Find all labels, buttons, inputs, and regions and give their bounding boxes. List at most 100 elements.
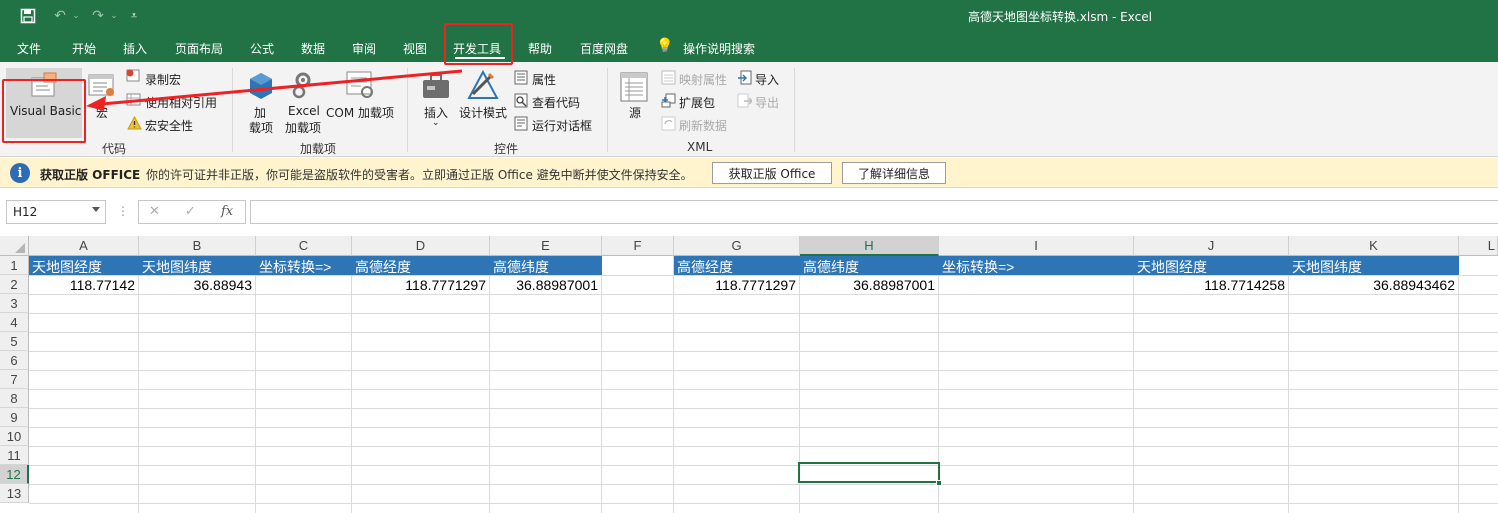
column-header-h[interactable]: H bbox=[800, 236, 939, 256]
column-header-a[interactable]: A bbox=[29, 236, 139, 256]
addins-button-line2: 载项 bbox=[249, 121, 274, 135]
tab-help[interactable]: 帮助 bbox=[528, 40, 552, 57]
fill-handle[interactable] bbox=[936, 480, 942, 486]
macros-icon bbox=[88, 72, 116, 101]
row-header-11[interactable]: 11 bbox=[0, 446, 29, 465]
xml-source-icon bbox=[620, 72, 648, 105]
design-mode-icon bbox=[467, 69, 499, 103]
row-header-8[interactable]: 8 bbox=[0, 389, 29, 408]
column-header-l[interactable]: L bbox=[1459, 236, 1498, 256]
column-header-f[interactable]: F bbox=[602, 236, 674, 256]
column-header-i[interactable]: I bbox=[939, 236, 1134, 256]
cancel-icon[interactable]: ✕ bbox=[149, 204, 160, 219]
annotation-box-visual-basic bbox=[2, 79, 86, 143]
row-header-13[interactable]: 13 bbox=[0, 484, 29, 503]
tab-file[interactable]: 文件 bbox=[17, 40, 41, 57]
group-separator bbox=[794, 68, 795, 152]
export-button[interactable]: 导出 bbox=[755, 94, 779, 111]
formula-bar-grip-icon: ⋮ bbox=[117, 204, 129, 218]
cell-g1[interactable]: 高德经度 bbox=[674, 256, 800, 275]
tab-view[interactable]: 视图 bbox=[403, 40, 427, 57]
insert-controls-icon bbox=[421, 72, 451, 103]
worksheet-grid[interactable]: A B C D E F G H I J K L 1 2 3 4 5 6 7 8 … bbox=[0, 236, 1498, 513]
row-header-1[interactable]: 1 bbox=[0, 256, 29, 275]
xml-source-button[interactable]: 源 bbox=[629, 104, 641, 121]
cell-d1[interactable]: 高德经度 bbox=[352, 256, 490, 275]
get-genuine-office-button[interactable]: 获取正版 Office bbox=[712, 162, 832, 184]
row-header-12[interactable]: 12 bbox=[0, 465, 29, 484]
undo-dropdown-icon[interactable]: ⌄ bbox=[66, 6, 86, 26]
row-header-6[interactable]: 6 bbox=[0, 351, 29, 370]
import-button[interactable]: 导入 bbox=[755, 71, 779, 88]
cell-j2[interactable]: 118.7714258 bbox=[1134, 276, 1288, 295]
row-header-4[interactable]: 4 bbox=[0, 313, 29, 332]
column-header-b[interactable]: B bbox=[139, 236, 256, 256]
refresh-data-button[interactable]: 刷新数据 bbox=[679, 117, 727, 134]
excel-addins-button[interactable]: Excel bbox=[288, 104, 320, 118]
selected-cell-h12[interactable] bbox=[798, 462, 940, 483]
column-header-g[interactable]: G bbox=[674, 236, 800, 256]
macros-button[interactable]: 宏 bbox=[96, 104, 108, 121]
macro-security-button[interactable]: 宏安全性 bbox=[145, 117, 193, 134]
expansion-packs-button[interactable]: 扩展包 bbox=[679, 94, 715, 111]
column-header-j[interactable]: J bbox=[1134, 236, 1289, 256]
select-all-button[interactable] bbox=[0, 236, 29, 256]
customize-qat-icon[interactable]: ⩡ bbox=[124, 6, 144, 26]
tab-formulas[interactable]: 公式 bbox=[250, 40, 274, 57]
name-box-dropdown-icon[interactable] bbox=[92, 207, 100, 212]
cell-b2[interactable]: 36.88943 bbox=[139, 276, 255, 295]
cell-a1[interactable]: 天地图经度 bbox=[29, 256, 139, 275]
relative-ref-button[interactable]: 使用相对引用 bbox=[145, 94, 217, 111]
cell-c1[interactable]: 坐标转换=> bbox=[256, 256, 352, 275]
row-header-2[interactable]: 2 bbox=[0, 275, 29, 294]
refresh-data-icon bbox=[661, 116, 676, 134]
com-addins-button[interactable]: COM 加载项 bbox=[326, 104, 394, 121]
ribbon-developer: Visual Basic 宏 录制宏 使用相对引用 宏安全性 代码 加 载项 E… bbox=[0, 62, 1498, 157]
column-header-e[interactable]: E bbox=[490, 236, 602, 256]
column-header-c[interactable]: C bbox=[256, 236, 352, 256]
redo-dropdown-icon[interactable]: ⌄ bbox=[104, 6, 124, 26]
learn-more-button[interactable]: 了解详细信息 bbox=[842, 162, 946, 184]
view-code-button[interactable]: 查看代码 bbox=[532, 94, 580, 111]
cell-e2[interactable]: 36.88987001 bbox=[490, 276, 601, 295]
row-header-3[interactable]: 3 bbox=[0, 294, 29, 313]
row-header-9[interactable]: 9 bbox=[0, 408, 29, 427]
cell-d2[interactable]: 118.7771297 bbox=[352, 276, 489, 295]
tab-review[interactable]: 审阅 bbox=[352, 40, 376, 57]
formula-bar: H12 ⋮ ✕ ✓ fx bbox=[0, 189, 1498, 236]
tab-home[interactable]: 开始 bbox=[72, 40, 96, 57]
cell-h1[interactable]: 高德纬度 bbox=[800, 256, 939, 275]
relative-ref-icon bbox=[126, 93, 142, 110]
enter-icon[interactable]: ✓ bbox=[185, 204, 196, 219]
properties-button[interactable]: 属性 bbox=[532, 71, 556, 88]
record-macro-button[interactable]: 录制宏 bbox=[145, 71, 181, 88]
column-header-k[interactable]: K bbox=[1289, 236, 1459, 256]
tab-baidu-netdisk[interactable]: 百度网盘 bbox=[580, 40, 628, 57]
run-dialog-button[interactable]: 运行对话框 bbox=[532, 117, 592, 134]
cell-b1[interactable]: 天地图纬度 bbox=[139, 256, 256, 275]
column-header-d[interactable]: D bbox=[352, 236, 490, 256]
window-title: 高德天地图坐标转换.xlsm - Excel bbox=[968, 10, 1152, 24]
formula-input[interactable] bbox=[250, 200, 1498, 224]
tab-insert[interactable]: 插入 bbox=[123, 40, 147, 57]
cell-j1[interactable]: 天地图经度 bbox=[1134, 256, 1289, 275]
cell-i1[interactable]: 坐标转换=> bbox=[939, 256, 1134, 275]
cell-k2[interactable]: 36.88943462 bbox=[1289, 276, 1458, 295]
design-mode-button[interactable]: 设计模式 bbox=[459, 104, 507, 121]
cell-e1[interactable]: 高德纬度 bbox=[490, 256, 602, 275]
insert-function-icon[interactable]: fx bbox=[221, 204, 233, 219]
cell-k1[interactable]: 天地图纬度 bbox=[1289, 256, 1459, 275]
tab-data[interactable]: 数据 bbox=[301, 40, 325, 57]
cell-h2[interactable]: 36.88987001 bbox=[800, 276, 938, 295]
map-properties-icon bbox=[661, 70, 676, 88]
row-header-10[interactable]: 10 bbox=[0, 427, 29, 446]
map-properties-button[interactable]: 映射属性 bbox=[679, 71, 727, 88]
tell-me-search[interactable]: 操作说明搜索 bbox=[683, 40, 755, 57]
cell-g2[interactable]: 118.7771297 bbox=[674, 276, 799, 295]
row-header-5[interactable]: 5 bbox=[0, 332, 29, 351]
tab-page-layout[interactable]: 页面布局 bbox=[175, 40, 223, 57]
row-header-7[interactable]: 7 bbox=[0, 370, 29, 389]
save-icon[interactable] bbox=[18, 6, 38, 26]
name-box[interactable]: H12 bbox=[6, 200, 106, 224]
cell-a2[interactable]: 118.77142 bbox=[29, 276, 138, 295]
